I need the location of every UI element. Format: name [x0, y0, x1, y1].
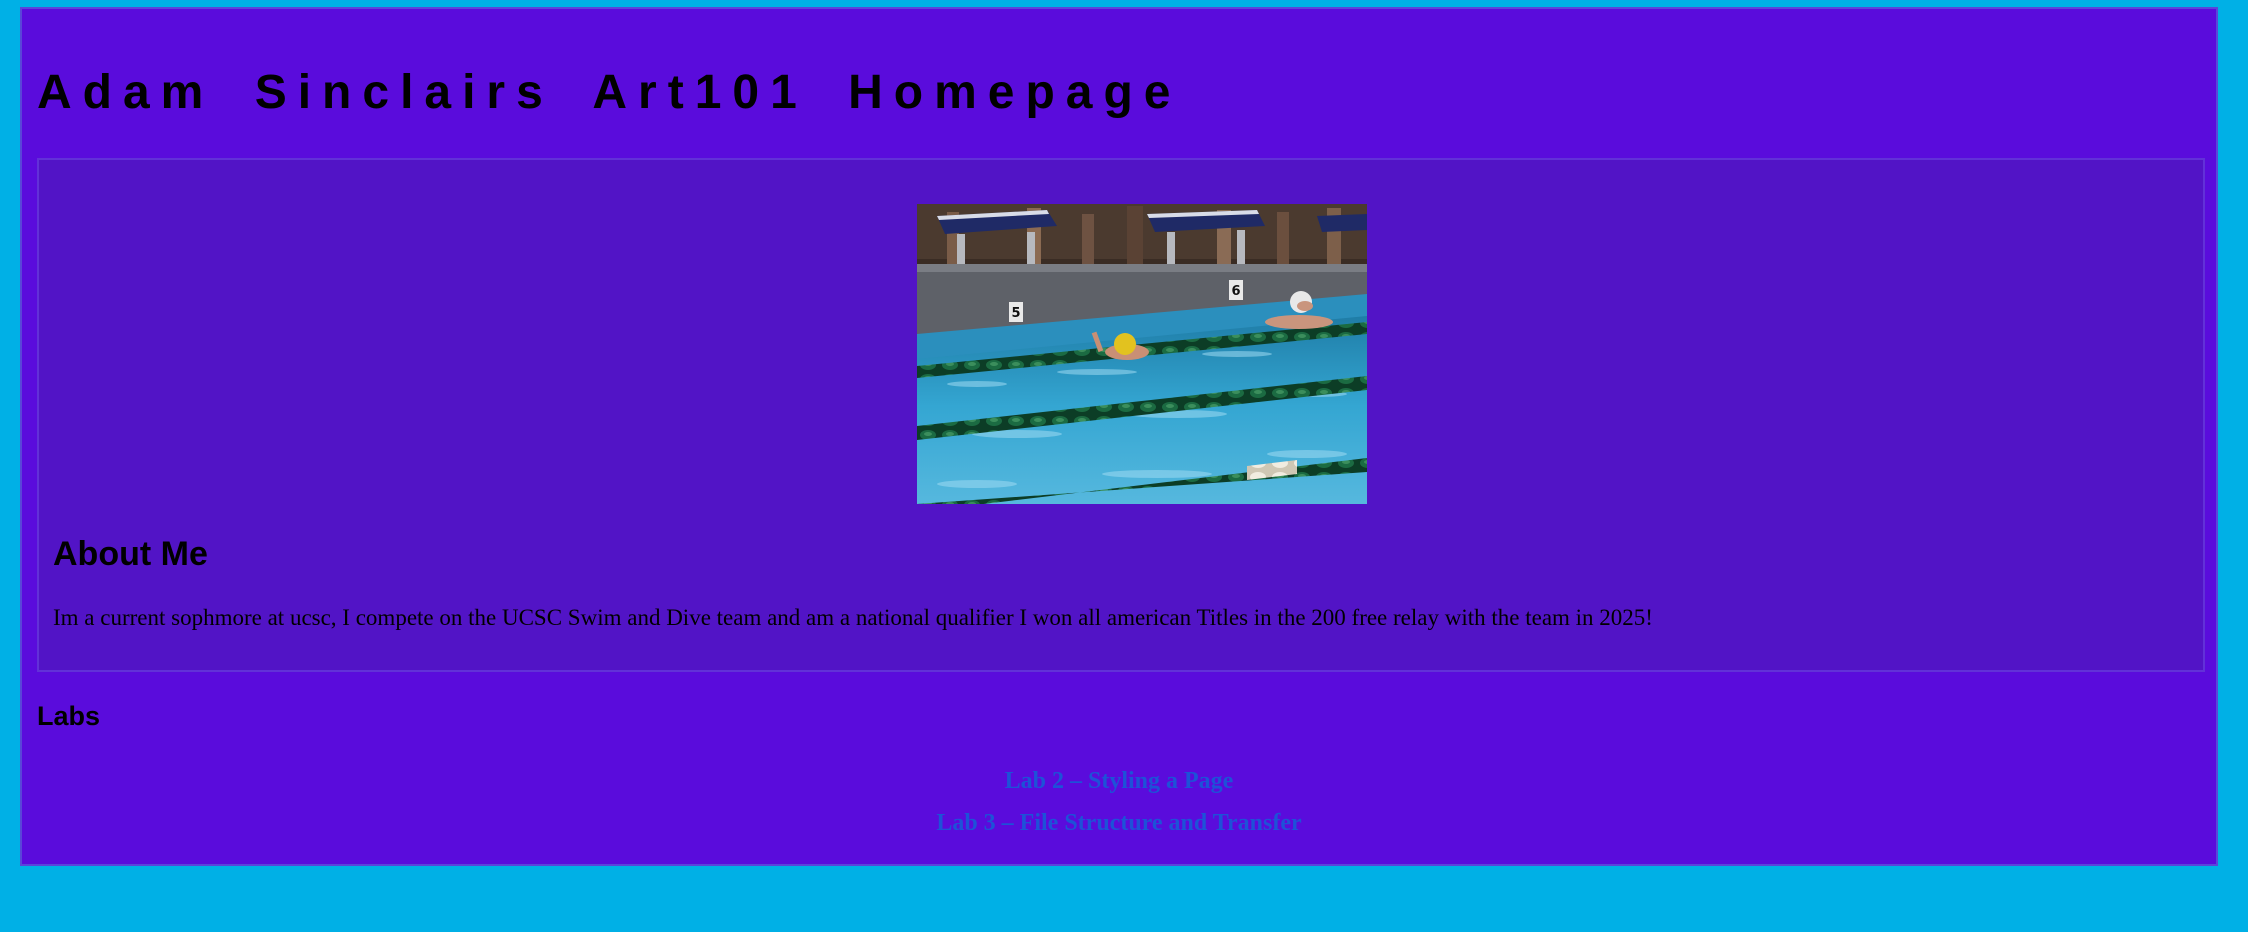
svg-text:5: 5 [1011, 306, 1020, 321]
about-heading: About Me [53, 535, 208, 573]
page-title: Adam Sinclairs Art101 Homepage [37, 66, 1182, 119]
about-text: Im a current sophmore at ucsc, I compete… [53, 605, 1653, 630]
about-section: 5 6 About Me Im a current sophmore at uc… [37, 158, 2205, 672]
lab-2-link[interactable]: Lab 2 – Styling a Page [1005, 768, 1234, 794]
swim-photo: 5 6 [917, 204, 1367, 504]
list-item: Lab 3 – File Structure and Transfer [22, 802, 2216, 844]
lab-3-link[interactable]: Lab 3 – File Structure and Transfer [936, 810, 1301, 836]
labs-heading: Labs [37, 701, 101, 731]
svg-text:6: 6 [1231, 284, 1240, 299]
page-container: Adam Sinclairs Art101 Homepage 5 6 About… [20, 7, 2218, 866]
list-item: Lab 2 – Styling a Page [22, 760, 2216, 802]
lab-links-list: Lab 2 – Styling a Page Lab 3 – File Stru… [22, 760, 2216, 844]
